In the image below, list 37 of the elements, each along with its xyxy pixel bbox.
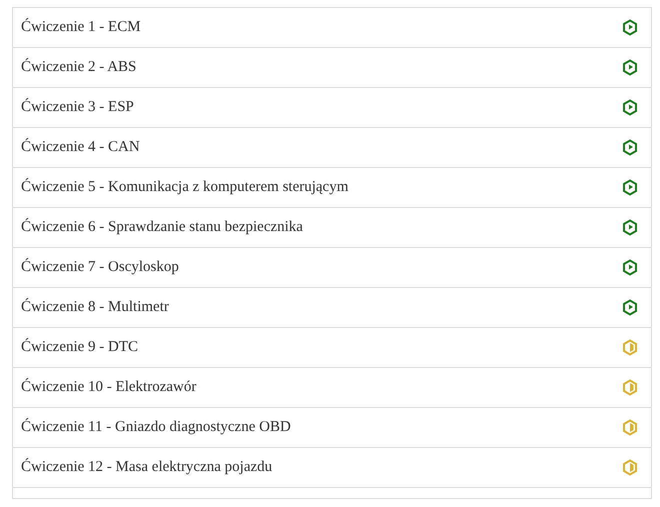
hexagon-half-icon <box>622 419 638 436</box>
exercise-title: Ćwiczenie 1 - ECM <box>21 17 141 38</box>
exercise-row[interactable]: Ćwiczenie 7 - Oscyloskop <box>12 247 652 288</box>
hexagon-half-icon <box>622 379 638 396</box>
hexagon-play-icon <box>622 99 638 116</box>
exercise-title: Ćwiczenie 3 - ESP <box>21 97 134 118</box>
exercise-title: Ćwiczenie 6 - Sprawdzanie stanu bezpiecznika <box>21 217 303 238</box>
hexagon-play-icon <box>622 219 638 236</box>
hexagon-play-icon <box>622 19 638 36</box>
exercise-title: Ćwiczenie 10 - Elektrozawór <box>21 377 196 398</box>
exercise-row[interactable]: Ćwiczenie 3 - ESP <box>12 87 652 128</box>
exercise-title: Ćwiczenie 8 - Multimetr <box>21 297 169 318</box>
exercise-title: Ćwiczenie 5 - Komunikacja z komputerem sterującym <box>21 177 348 198</box>
exercise-row[interactable] <box>12 487 652 499</box>
exercise-row[interactable]: Ćwiczenie 2 - ABS <box>12 47 652 88</box>
exercise-title: Ćwiczenie 4 - CAN <box>21 137 140 158</box>
exercise-row[interactable]: Ćwiczenie 8 - Multimetr <box>12 287 652 328</box>
hexagon-play-icon <box>622 59 638 76</box>
exercise-title: Ćwiczenie 9 - DTC <box>21 337 138 358</box>
hexagon-play-icon <box>622 179 638 196</box>
hexagon-half-icon <box>622 339 638 356</box>
hexagon-play-icon <box>622 139 638 156</box>
exercise-row[interactable]: Ćwiczenie 9 - DTC <box>12 327 652 368</box>
exercise-title: Ćwiczenie 7 - Oscyloskop <box>21 257 179 278</box>
exercise-row[interactable]: Ćwiczenie 1 - ECM <box>12 7 652 48</box>
exercise-row[interactable]: Ćwiczenie 12 - Masa elektryczna pojazdu <box>12 447 652 488</box>
exercise-title: Ćwiczenie 12 - Masa elektryczna pojazdu <box>21 457 272 478</box>
exercise-row[interactable]: Ćwiczenie 4 - CAN <box>12 127 652 168</box>
hexagon-play-icon <box>622 259 638 276</box>
exercise-row[interactable]: Ćwiczenie 10 - Elektrozawór <box>12 367 652 408</box>
hexagon-half-icon <box>622 459 638 476</box>
exercise-row[interactable]: Ćwiczenie 5 - Komunikacja z komputerem sterującym <box>12 167 652 208</box>
exercise-title: Ćwiczenie 2 - ABS <box>21 57 136 78</box>
exercise-row[interactable]: Ćwiczenie 11 - Gniazdo diagnostyczne OBD <box>12 407 652 448</box>
exercise-row[interactable]: Ćwiczenie 6 - Sprawdzanie stanu bezpiecznika <box>12 207 652 248</box>
exercise-title: Ćwiczenie 11 - Gniazdo diagnostyczne OBD <box>21 417 291 438</box>
hexagon-play-icon <box>622 299 638 316</box>
